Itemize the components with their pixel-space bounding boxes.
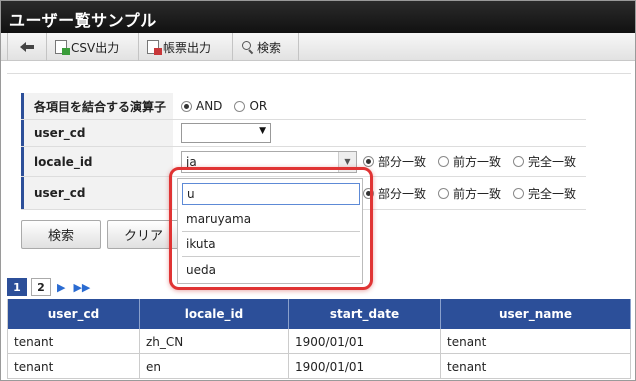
table-row[interactable]: tenant zh_CN 1900/01/01 tenant [7,329,631,354]
operator-and-label: AND [196,99,223,113]
report-export-label: 帳票出力 [163,40,212,55]
clear-button[interactable]: クリア [107,220,187,249]
operator-label: 各項目を結合する演算子 [21,93,173,119]
search-button[interactable]: 検索 [21,220,101,249]
user-match-prefix-label: 前方一致 [453,186,502,201]
locale-id-combo[interactable]: ja ▼ [181,150,357,173]
last-icon[interactable]: ▶▶ [71,281,92,294]
locale-id-label: locale_id [21,147,173,176]
back-button[interactable] [7,33,47,61]
column-header[interactable]: user_name [441,299,631,329]
next-icon[interactable]: ▶ [55,281,67,294]
user-match-partial-label: 部分一致 [378,186,427,201]
locale-match-exact[interactable]: 完全一致 [513,153,576,170]
page-title: ユーザー覧サンプル [9,11,157,30]
column-header[interactable]: locale_id [140,299,289,329]
toolbar-search-label: 検索 [257,40,282,55]
operator-or-radio[interactable]: OR [234,99,267,113]
toolbar-search-button[interactable]: 検索 [233,33,299,61]
csv-export-label: CSV出力 [71,40,120,55]
table-cell: tenant [441,354,631,379]
locale-match-partial-label: 部分一致 [378,155,427,169]
table-cell: tenant [7,329,140,354]
app-window: ユーザー覧サンプル CSV出力 帳票出力 検索 各項目を結合する演算子 AND [0,0,636,381]
user-cd-autocomplete-input[interactable]: u [182,183,360,205]
suggestion-item[interactable]: ueda [182,257,360,282]
locale-match-partial[interactable]: 部分一致 [363,153,426,170]
table-cell: en [140,354,289,379]
user-cd-select[interactable] [181,123,271,143]
locale-match-exact-label: 完全一致 [528,155,577,169]
user-match-exact[interactable]: 完全一致 [513,185,576,202]
user-cd-label-1: user_cd [21,120,173,146]
toolbar: CSV出力 帳票出力 検索 [1,33,635,61]
user-match-prefix[interactable]: 前方一致 [438,185,501,202]
page-1-button[interactable]: 1 [7,278,27,296]
operator-options: AND OR [181,93,586,119]
user-cd-label-2: user_cd [21,177,173,209]
autocomplete-popup: u maruyama ikuta ueda [177,178,363,284]
locale-id-row: locale_id ja ▼ 部分一致 前方一致 完全一致 [21,147,586,177]
chevron-down-icon[interactable]: ▼ [338,151,356,172]
suggestion-item[interactable]: ikuta [182,232,360,257]
table-cell: 1900/01/01 [289,354,441,379]
locale-match-prefix[interactable]: 前方一致 [438,153,501,170]
table-cell: 1900/01/01 [289,329,441,354]
table-row[interactable]: tenant en 1900/01/01 tenant [7,354,631,379]
search-icon [241,41,253,53]
locale-match-prefix-label: 前方一致 [453,155,502,169]
column-header[interactable]: start_date [289,299,441,329]
page-2-button[interactable]: 2 [31,278,51,296]
table-cell: tenant [7,354,140,379]
user-match-exact-label: 完全一致 [528,186,577,201]
user-cd-row-1: user_cd [21,120,586,147]
operator-row: 各項目を結合する演算子 AND OR [21,93,586,120]
operator-or-label: OR [249,99,268,113]
table-cell: zh_CN [140,329,289,354]
user-match-partial[interactable]: 部分一致 [363,185,426,202]
back-arrow-icon [20,42,34,52]
autocomplete-suggestions: maruyama ikuta ueda [182,207,360,282]
table-cell: tenant [441,329,631,354]
report-export-button[interactable]: 帳票出力 [139,33,233,61]
csv-export-button[interactable]: CSV出力 [47,33,139,61]
report-file-icon [147,40,162,55]
operator-and-radio[interactable]: AND [181,99,222,113]
title-bar: ユーザー覧サンプル [1,1,635,33]
grid-header: user_cd locale_id start_date user_name [7,299,631,329]
csv-file-icon [55,40,70,55]
suggestion-item[interactable]: maruyama [182,207,360,232]
pager: 1 2 ▶ ▶▶ [7,277,92,297]
locale-id-value: ja [186,154,197,169]
column-header[interactable]: user_cd [7,299,140,329]
